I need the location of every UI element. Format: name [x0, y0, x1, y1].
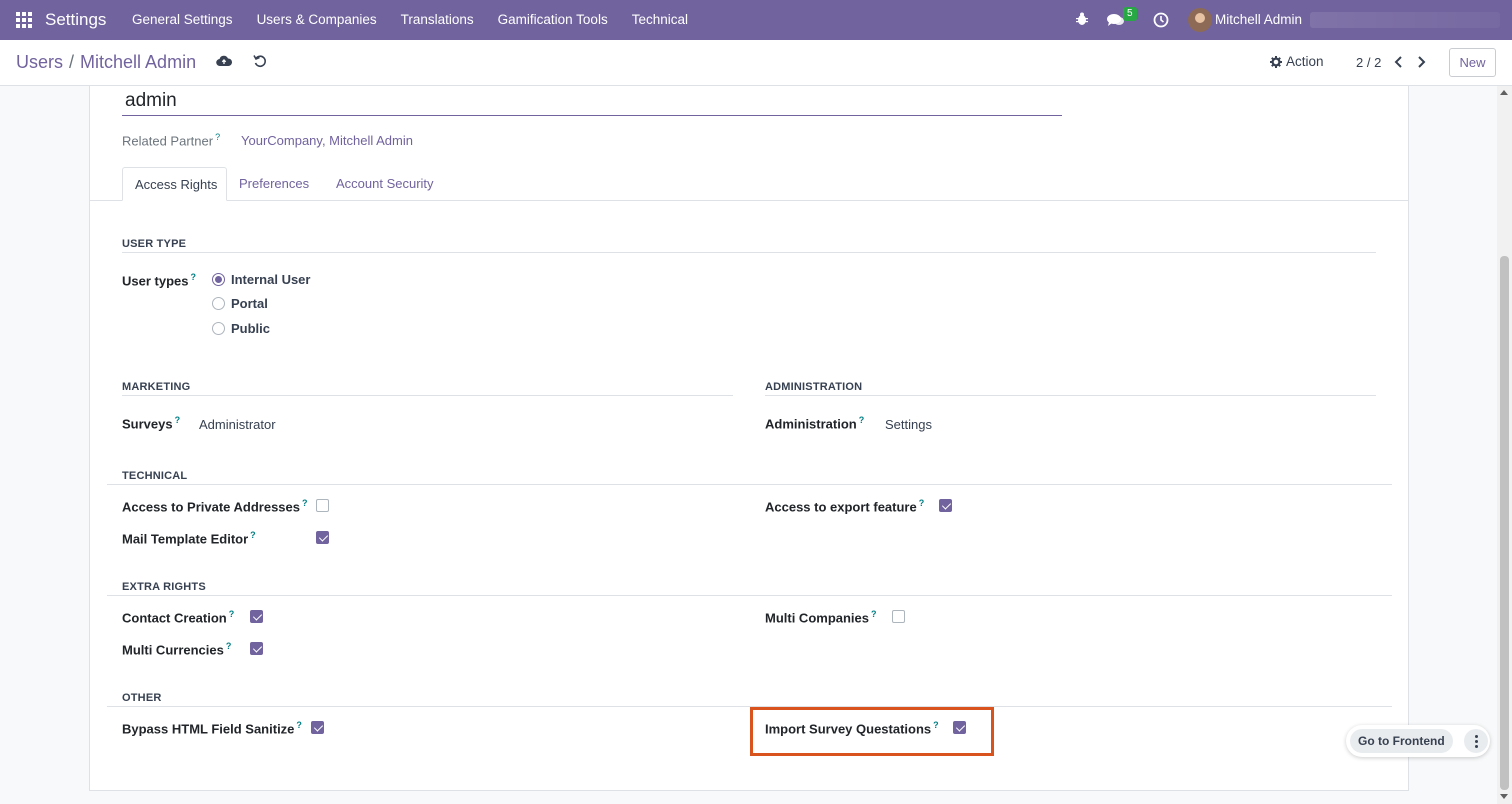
frontend-toolbar: Go to Frontend	[1346, 725, 1490, 757]
radio-portal[interactable]	[212, 297, 225, 310]
gear-icon	[1270, 55, 1282, 68]
main-menu: General Settings Users & Companies Trans…	[132, 12, 712, 27]
section-other: OTHER	[122, 692, 162, 704]
top-navbar: Settings General Settings Users & Compan…	[0, 0, 1512, 40]
multi-currencies-checkbox[interactable]	[250, 642, 263, 655]
divider	[122, 395, 733, 396]
surveys-label: Surveys?	[122, 415, 181, 432]
breadcrumb: Users / Mitchell Admin	[16, 52, 196, 73]
cloud-save-icon[interactable]	[216, 54, 232, 68]
action-label: Action	[1286, 54, 1324, 69]
mail-template-label: Mail Template Editor?	[122, 530, 256, 547]
scroll-up-arrow-icon[interactable]	[1500, 90, 1508, 95]
radio-internal-user[interactable]	[212, 273, 225, 286]
user-types-label: User types?	[122, 272, 196, 289]
redacted-area	[1310, 12, 1500, 28]
multi-currencies-label: Multi Currencies?	[122, 641, 232, 658]
radio-label-public[interactable]: Public	[231, 321, 270, 336]
divider	[107, 595, 1392, 596]
export-feature-checkbox[interactable]	[939, 499, 952, 512]
administration-select[interactable]: Settings	[885, 417, 932, 432]
private-addresses-checkbox[interactable]	[316, 499, 329, 512]
tab-preferences[interactable]: Preferences	[227, 167, 321, 201]
section-technical: TECHNICAL	[122, 470, 188, 482]
scroll-down-arrow-icon[interactable]	[1500, 794, 1508, 799]
pager-value[interactable]: 2 / 2	[1356, 55, 1381, 70]
section-extra-rights: EXTRA RIGHTS	[122, 581, 206, 593]
breadcrumb-users[interactable]: Users	[16, 52, 63, 72]
menu-technical[interactable]: Technical	[632, 12, 688, 27]
divider	[107, 484, 1392, 485]
related-partner-link[interactable]: YourCompany, Mitchell Admin	[241, 133, 413, 148]
radio-label-portal[interactable]: Portal	[231, 296, 268, 311]
action-button[interactable]: Action	[1270, 54, 1324, 69]
breadcrumb-current: Mitchell Admin	[80, 52, 197, 72]
undo-icon[interactable]	[253, 54, 267, 68]
menu-translations[interactable]: Translations	[401, 12, 474, 27]
menu-general-settings[interactable]: General Settings	[132, 12, 233, 27]
surveys-select[interactable]: Administrator	[199, 417, 276, 432]
section-marketing: MARKETING	[122, 381, 191, 393]
menu-gamification-tools[interactable]: Gamification Tools	[498, 12, 608, 27]
tab-access-rights[interactable]: Access Rights	[122, 167, 227, 201]
breadcrumb-separator: /	[69, 52, 75, 72]
scrollbar-thumb[interactable]	[1500, 256, 1509, 790]
chevron-right-icon[interactable]	[1414, 55, 1428, 69]
new-button[interactable]: New	[1449, 48, 1496, 77]
apps-grid-icon[interactable]	[16, 12, 32, 28]
multi-companies-checkbox[interactable]	[892, 610, 905, 623]
divider	[122, 252, 1376, 253]
chat-counter-badge: 5	[1123, 7, 1137, 21]
bug-icon[interactable]	[1076, 12, 1088, 26]
go-to-frontend-button[interactable]: Go to Frontend	[1350, 729, 1453, 753]
tab-account-security[interactable]: Account Security	[324, 167, 446, 201]
private-addresses-label: Access to Private Addresses?	[122, 498, 308, 515]
related-partner-label: Related Partner?	[122, 132, 221, 149]
contact-creation-label: Contact Creation?	[122, 609, 235, 626]
login-input[interactable]: admin	[122, 89, 1062, 116]
highlight-box	[750, 707, 994, 756]
administration-label: Administration?	[765, 415, 865, 432]
user-menu-name[interactable]: Mitchell Admin	[1215, 12, 1302, 27]
radio-label-internal-user[interactable]: Internal User	[231, 272, 310, 287]
avatar[interactable]	[1188, 8, 1212, 32]
chevron-left-icon[interactable]	[1392, 55, 1406, 69]
more-options-icon[interactable]	[1464, 729, 1488, 753]
multi-companies-label: Multi Companies?	[765, 609, 877, 626]
clock-icon[interactable]	[1153, 12, 1169, 28]
divider	[765, 395, 1376, 396]
bypass-sanitize-checkbox[interactable]	[311, 721, 324, 734]
mail-template-checkbox[interactable]	[316, 531, 329, 544]
menu-users-companies[interactable]: Users & Companies	[257, 12, 377, 27]
radio-public[interactable]	[212, 322, 225, 335]
section-administration: ADMINISTRATION	[765, 381, 863, 393]
bypass-sanitize-label: Bypass HTML Field Sanitize?	[122, 720, 302, 737]
app-title[interactable]: Settings	[45, 10, 106, 30]
contact-creation-checkbox[interactable]	[250, 610, 263, 623]
export-feature-label: Access to export feature?	[765, 498, 925, 515]
section-user-type: USER TYPE	[122, 238, 187, 250]
